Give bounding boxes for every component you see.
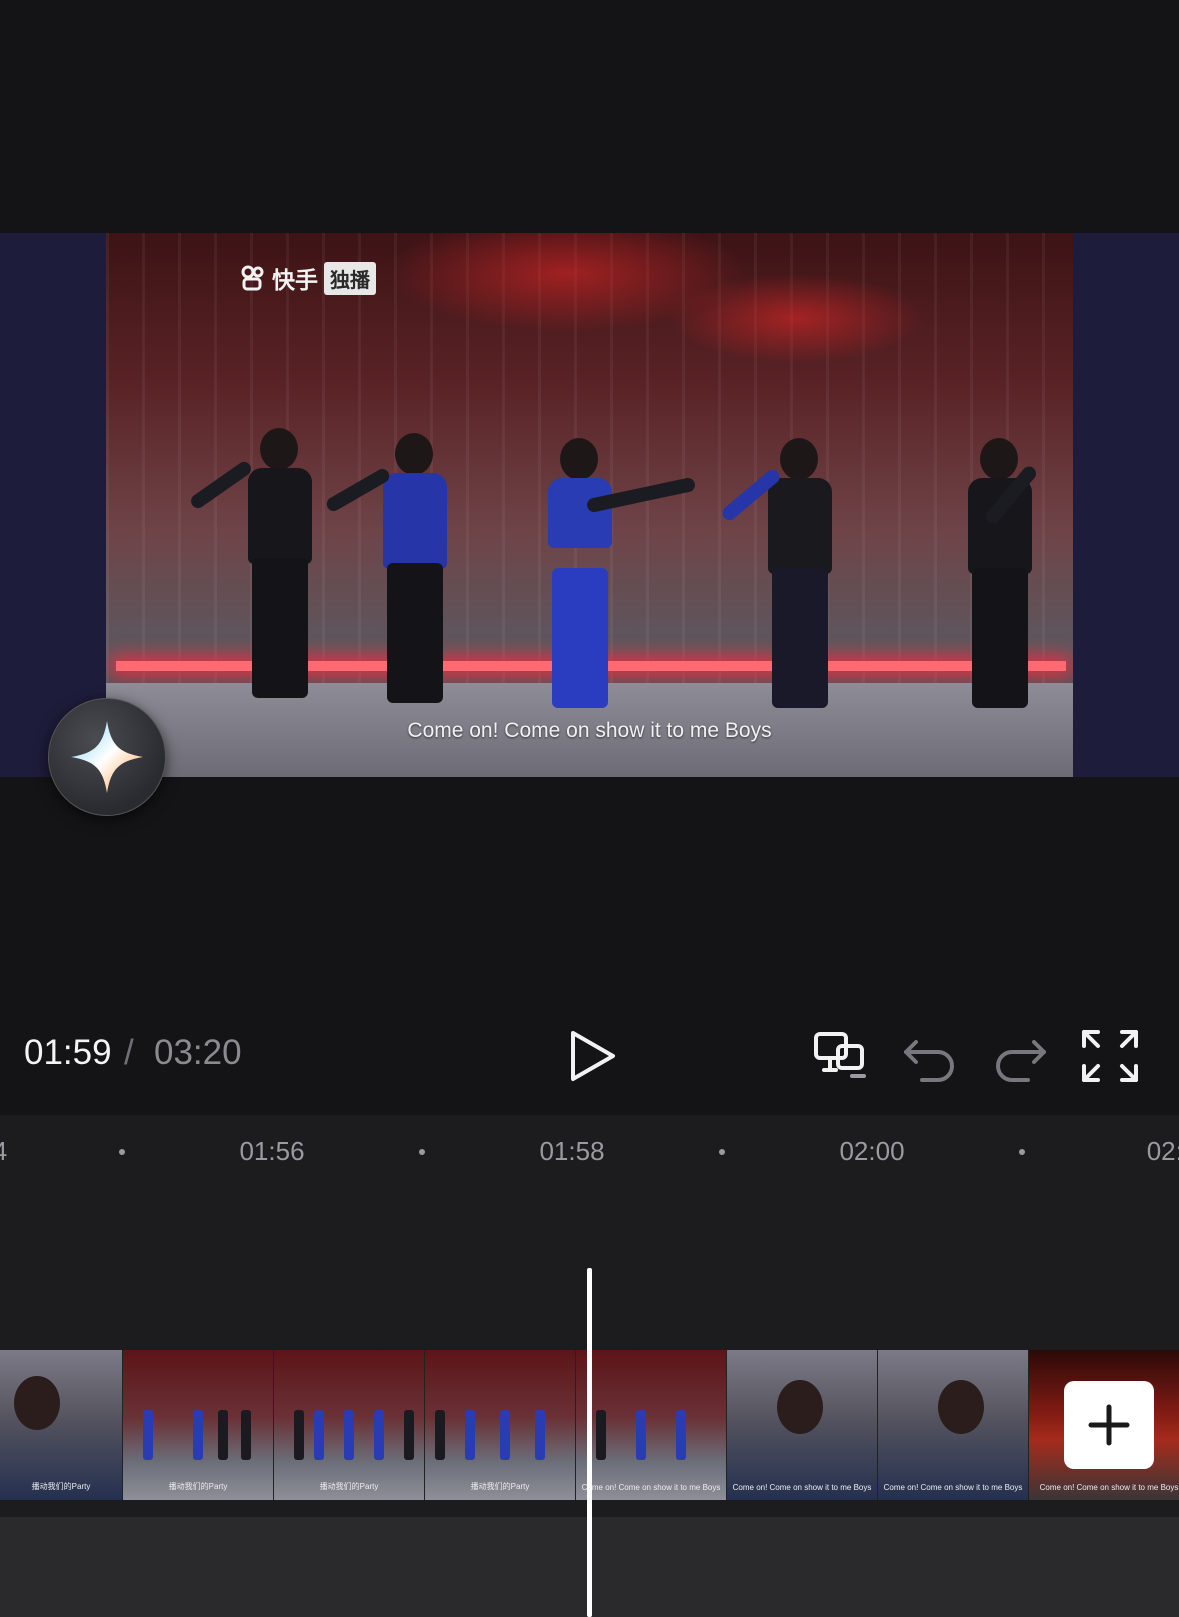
ruler-dot bbox=[1019, 1149, 1025, 1155]
clip-caption: Come on! Come on show it to me Boys bbox=[1039, 1483, 1179, 1492]
video-watermark: 快手 独播 bbox=[240, 261, 376, 295]
clip-caption: 播动我们的Party bbox=[319, 1482, 379, 1491]
ruler-dot bbox=[119, 1149, 125, 1155]
ruler-dot bbox=[419, 1149, 425, 1155]
keyframe-icon bbox=[814, 1032, 866, 1078]
ruler-dot bbox=[719, 1149, 725, 1155]
ai-assistant-button[interactable] bbox=[48, 698, 166, 816]
kuaishou-logo-icon bbox=[240, 265, 266, 291]
watermark-badge: 独播 bbox=[324, 261, 376, 295]
total-duration: 03:20 bbox=[154, 1033, 242, 1072]
ruler-edge-label: 4 bbox=[0, 1136, 7, 1167]
clip-thumbnail[interactable]: Come on! Come on show it to me Boys bbox=[727, 1350, 878, 1500]
clip-thumbnail[interactable]: Come on! Come on show it to me Boys bbox=[576, 1350, 727, 1500]
dancer-figure bbox=[946, 438, 1056, 718]
clip-caption: Come on! Come on show it to me Boys bbox=[581, 1483, 721, 1492]
video-preview[interactable]: 快手 独播 Come on! Come on show it to me Boy… bbox=[0, 233, 1179, 777]
video-frame: 快手 独播 bbox=[106, 233, 1073, 777]
redo-icon bbox=[996, 1040, 1046, 1082]
dancer-figure bbox=[719, 438, 856, 718]
timeline-ruler[interactable]: 4 01:56 01:58 02:00 02:0 bbox=[0, 1115, 1179, 1187]
clip-caption: 播动我们的Party bbox=[168, 1482, 228, 1491]
sparkle-icon bbox=[71, 721, 143, 793]
current-time: 01:59 bbox=[24, 1033, 112, 1072]
dancer-figure bbox=[324, 433, 471, 713]
ruler-label: 01:56 bbox=[239, 1136, 305, 1166]
ruler-label: 02:0 bbox=[1146, 1136, 1179, 1166]
clip-thumbnail[interactable]: 播动我们的Party bbox=[123, 1350, 274, 1500]
clip-thumbnail[interactable]: Come on! Come on show it to me Boys bbox=[878, 1350, 1029, 1500]
playhead[interactable] bbox=[587, 1268, 592, 1617]
clip-caption: 播动我们的Party bbox=[470, 1482, 530, 1491]
clip-thumbnail[interactable]: 播动我们的Party bbox=[425, 1350, 576, 1500]
clip-caption: 播动我们的Party bbox=[31, 1482, 91, 1491]
dancer-figure bbox=[188, 428, 336, 708]
redo-button[interactable] bbox=[990, 1028, 1050, 1084]
stage-light bbox=[666, 273, 926, 363]
ruler-label: 01:58 bbox=[539, 1136, 605, 1166]
clip-caption: Come on! Come on show it to me Boys bbox=[732, 1483, 872, 1492]
video-subtitle: Come on! Come on show it to me Boys bbox=[407, 719, 772, 742]
plus-icon bbox=[1088, 1404, 1130, 1446]
undo-button[interactable] bbox=[900, 1028, 960, 1084]
ruler-label: 02:00 bbox=[839, 1136, 905, 1166]
fullscreen-icon bbox=[1082, 1030, 1138, 1082]
fullscreen-button[interactable] bbox=[1080, 1028, 1140, 1084]
clip-caption: Come on! Come on show it to me Boys bbox=[883, 1483, 1023, 1492]
time-separator: / bbox=[124, 1033, 134, 1072]
clip-thumbnail[interactable]: 播动我们的Party bbox=[274, 1350, 425, 1500]
keyframe-button[interactable] bbox=[812, 1028, 872, 1084]
play-button[interactable] bbox=[562, 1028, 622, 1084]
add-clip-button[interactable] bbox=[1064, 1381, 1154, 1469]
undo-icon bbox=[904, 1040, 954, 1082]
watermark-brand: 快手 bbox=[272, 267, 318, 293]
play-icon bbox=[571, 1031, 615, 1081]
clip-thumbnail[interactable]: 播动我们的Party bbox=[0, 1350, 123, 1500]
dancer-figure bbox=[526, 438, 697, 718]
